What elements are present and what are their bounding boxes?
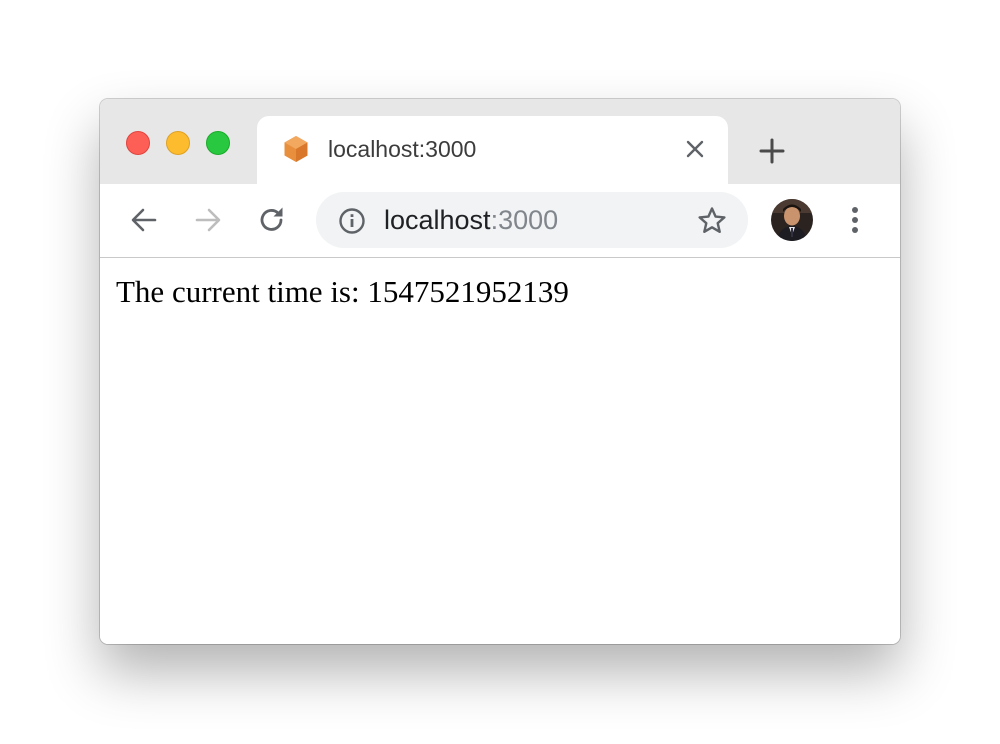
page-content: The current time is: 1547521952139 <box>100 258 900 644</box>
browser-window: localhost:3000 localhost:3000 The curren… <box>100 99 900 644</box>
browser-toolbar: localhost:3000 <box>100 184 900 258</box>
reload-icon[interactable] <box>256 204 288 236</box>
url-host: localhost <box>384 205 491 235</box>
new-tab-icon[interactable] <box>757 136 787 166</box>
title-bar: localhost:3000 <box>100 99 900 184</box>
profile-photo-icon <box>771 199 813 241</box>
url-text[interactable]: localhost:3000 <box>384 204 558 236</box>
profile-avatar[interactable] <box>771 199 813 241</box>
back-arrow-icon[interactable] <box>128 204 160 236</box>
address-bar[interactable]: localhost:3000 <box>316 192 748 248</box>
more-options-icon[interactable] <box>841 203 869 237</box>
current-time-text: The current time is: 1547521952139 <box>116 274 569 309</box>
info-icon[interactable] <box>337 206 367 236</box>
forward-arrow-icon[interactable] <box>192 204 224 236</box>
nodejs-hexagon-icon <box>284 136 308 162</box>
tab-localhost[interactable]: localhost:3000 <box>257 116 728 184</box>
bookmark-star-icon[interactable] <box>696 205 728 237</box>
tab-title: localhost:3000 <box>328 136 477 162</box>
minimize-window-button[interactable] <box>166 131 190 155</box>
close-tab-icon[interactable] <box>683 137 707 161</box>
url-port: :3000 <box>490 205 559 235</box>
maximize-window-button[interactable] <box>206 131 230 155</box>
close-window-button[interactable] <box>126 131 150 155</box>
